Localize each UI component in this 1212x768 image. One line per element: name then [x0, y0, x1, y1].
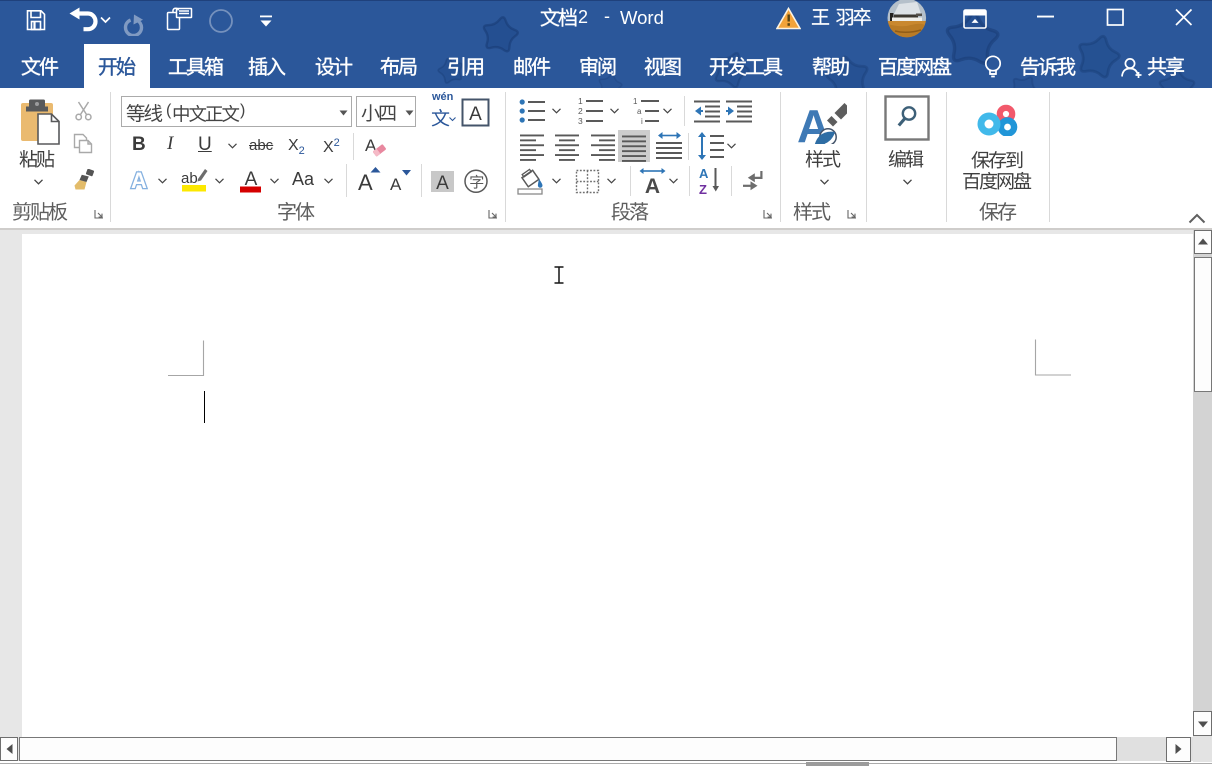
svg-text:A: A	[436, 173, 449, 192]
svg-text:3: 3	[578, 116, 583, 125]
svg-text:i: i	[641, 117, 643, 125]
svg-text:A: A	[645, 175, 660, 195]
svg-text:1: 1	[633, 97, 638, 106]
svg-text:1: 1	[578, 96, 583, 106]
svg-text:A: A	[358, 170, 373, 193]
svg-text:A: A	[131, 168, 147, 193]
svg-text:a: a	[637, 107, 642, 116]
svg-text:ab: ab	[181, 170, 198, 187]
svg-text:A: A	[469, 104, 482, 125]
svg-text:2: 2	[578, 106, 583, 116]
svg-text:Z: Z	[699, 182, 707, 196]
svg-text:A: A	[390, 175, 402, 193]
svg-text:A: A	[699, 166, 709, 181]
